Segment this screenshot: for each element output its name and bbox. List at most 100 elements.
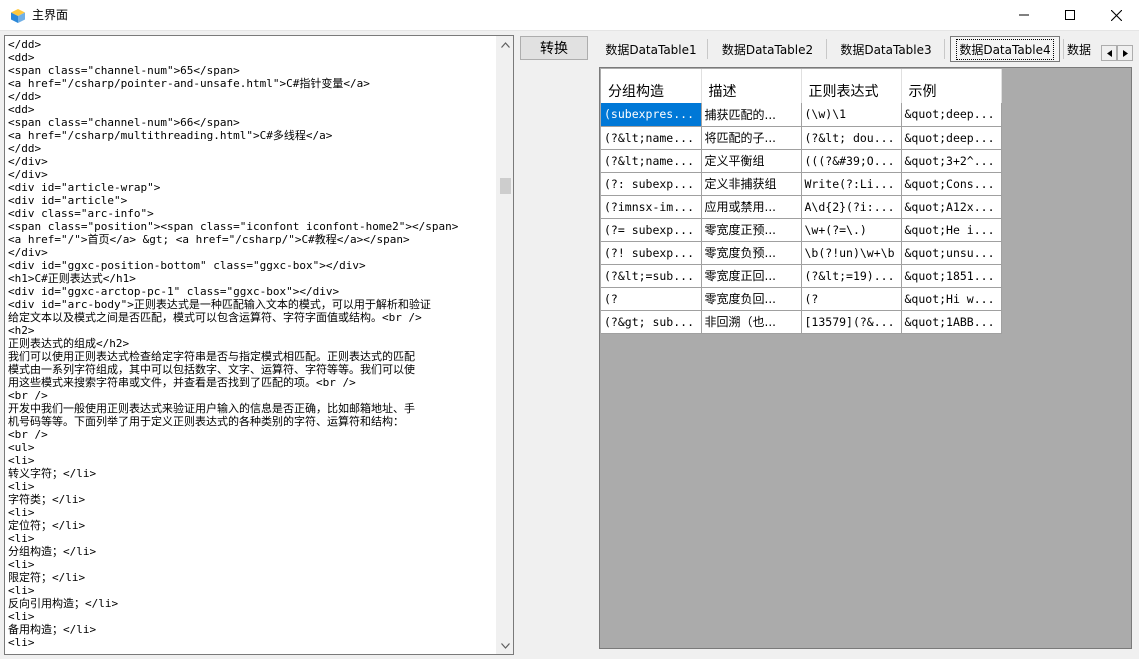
caret-right-icon [1122, 49, 1128, 57]
grid-cell[interactable]: (?= subexp... [601, 218, 702, 242]
grid-cell[interactable]: \b(?!un)\w+\b [801, 241, 902, 265]
grid-cell[interactable]: &quot;unsu... [901, 241, 1002, 265]
grid-cell[interactable]: (?&lt;name... [601, 149, 702, 173]
grid-cell[interactable]: (((?&#39;O... [801, 149, 902, 173]
grid-cell[interactable]: 零宽度负预... [701, 241, 802, 265]
grid-cell[interactable]: 非回溯（也... [701, 310, 802, 334]
grid-cell[interactable]: 应用或禁用... [701, 195, 802, 219]
grid-row[interactable]: (subexpres... 捕获匹配的... (\w)\1 &quot;deep... [601, 103, 1002, 127]
grid-cell[interactable]: (?imnsx-im... [601, 195, 702, 219]
grid-cell[interactable]: (?&lt;name... [601, 126, 702, 150]
convert-button[interactable]: 转换 [520, 36, 588, 60]
grid-row[interactable]: (?! subexp... 零宽度负预... \b(?!un)\w+\b &quot;… [601, 241, 1002, 265]
grid-cell[interactable]: 将匹配的子... [701, 126, 802, 150]
tab-scroll-left-button[interactable] [1101, 45, 1117, 61]
tab-datatable2[interactable]: 数据DataTable2 [710, 36, 825, 62]
grid-cell[interactable]: (?&gt; sub... [601, 310, 702, 334]
grid-cell[interactable]: Write(?:Li... [801, 172, 902, 196]
grid-cell[interactable]: 零宽度正回... [701, 264, 802, 288]
vertical-scrollbar[interactable] [496, 36, 513, 654]
grid-cell[interactable]: 零宽度正预... [701, 218, 802, 242]
grid-cell[interactable]: &quot;Cons... [901, 172, 1002, 196]
source-line: 分组构造；</li> [8, 545, 97, 558]
source-line: <ul> [8, 441, 35, 454]
grid-row[interactable]: (?&lt;name... 定义平衡组 (((?&#39;O... &quot;3+2… [601, 149, 1002, 173]
maximize-button[interactable] [1047, 0, 1093, 30]
grid-cell[interactable]: &quot;deep... [901, 103, 1002, 127]
column-header-description[interactable]: 描述 [701, 69, 802, 103]
grid-row[interactable]: (?imnsx-im... 应用或禁用... A\d{2}(?i:... &quot;… [601, 195, 1002, 219]
scroll-up-button[interactable] [497, 36, 513, 53]
tab-strip: 数据DataTable1 数据DataTable2 数据DataTable3 数… [595, 36, 1135, 62]
grid-cell[interactable]: (? [801, 287, 902, 311]
source-line: 开发中我们一般使用正则表达式来验证用户输入的信息是否正确，比如邮箱地址、手 [8, 402, 415, 415]
tab-datatable3[interactable]: 数据DataTable3 [829, 36, 943, 62]
grid-cell[interactable]: &quot;1ABB... [901, 310, 1002, 334]
grid-cell[interactable]: (?&lt; dou... [801, 126, 902, 150]
grid-row[interactable]: (?= subexp... 零宽度正预... \w+(?=\.) &quot;He i… [601, 218, 1002, 242]
source-line: <a href="/csharp/pointer-and-unsafe.html… [8, 77, 370, 90]
grid-cell[interactable]: &quot;Hi w... [901, 287, 1002, 311]
source-line: 备用构造；</li> [8, 623, 97, 636]
grid-cell[interactable]: A\d{2}(?i:... [801, 195, 902, 219]
grid-cell[interactable]: 定义非捕获组 [701, 172, 802, 196]
source-line: <li> [8, 532, 35, 545]
datagrid[interactable]: 分组构造 描述 正则表达式 示例 (subexpres... 捕获匹配的... (\… [601, 69, 1002, 334]
source-line: <a href="/">首页</a> &gt; <a href="/csharp… [8, 233, 410, 246]
minimize-button[interactable] [1001, 0, 1047, 30]
source-line: <li> [8, 558, 35, 571]
tab-scroll-right-button[interactable] [1117, 45, 1133, 61]
source-line: <li> [8, 610, 35, 623]
source-line: <div id="ggxc-position-bottom" class="gg… [8, 259, 366, 272]
grid-row[interactable]: (?&lt;name... 将匹配的子... (?&lt; dou... &quot;… [601, 126, 1002, 150]
grid-cell[interactable]: (\w)\1 [801, 103, 902, 127]
grid-cell[interactable]: \w+(?=\.) [801, 218, 902, 242]
grid-cell[interactable]: 定义平衡组 [701, 149, 802, 173]
source-line: <h1>C#正则表达式</h1> [8, 272, 136, 285]
grid-cell[interactable]: &quot;deep... [901, 126, 1002, 150]
html-source-textarea[interactable]: </dd> <dd> <span class="channel-num">65</s… [4, 35, 514, 655]
column-header-group-construct[interactable]: 分组构造 [601, 69, 702, 103]
grid-cell[interactable]: (?&lt;=19)... [801, 264, 902, 288]
grid-row[interactable]: (?&gt; sub... 非回溯（也... [13579](?&... &quot;… [601, 310, 1002, 334]
source-text[interactable]: </dd> <dd> <span class="channel-num">65</s… [8, 38, 496, 652]
grid-row[interactable]: (?: subexp... 定义非捕获组 Write(?:Li... &quot;Co… [601, 172, 1002, 196]
source-line: 模式由一系列字符组成，其中可以包括数字、文字、运算符、字符等等。我们可以使 [8, 363, 415, 376]
grid-cell[interactable]: &quot;1851... [901, 264, 1002, 288]
source-line: <br /> [8, 428, 48, 441]
column-header-regex[interactable]: 正则表达式 [801, 69, 902, 103]
grid-cell[interactable]: [13579](?&... [801, 310, 902, 334]
source-line: <div id="ggxc-arctop-pc-1" class="ggxc-b… [8, 285, 340, 298]
source-line: <span class="position"><span class="icon… [8, 220, 459, 233]
tab-datatable1[interactable]: 数据DataTable1 [595, 36, 707, 62]
grid-cell[interactable]: (? [601, 287, 702, 311]
grid-cell[interactable]: (subexpres... [601, 103, 702, 127]
grid-cell[interactable]: (?: subexp... [601, 172, 702, 196]
source-line: 用这些模式来搜索字符串或文件，并查看是否找到了匹配的项。<br /> [8, 376, 356, 389]
grid-cell[interactable]: 捕获匹配的... [701, 103, 802, 127]
tab-datatable4[interactable]: 数据DataTable4 [950, 36, 1060, 62]
chevron-up-icon [501, 41, 510, 48]
source-line: <div id="article-wrap"> [8, 181, 161, 194]
scroll-down-button[interactable] [497, 637, 513, 654]
grid-row[interactable]: (?&lt;=sub... 零宽度正回... (?&lt;=19)... &quot;… [601, 264, 1002, 288]
grid-cell[interactable]: &quot;3+2^... [901, 149, 1002, 173]
scrollbar-thumb[interactable] [500, 178, 511, 194]
grid-cell[interactable]: (?! subexp... [601, 241, 702, 265]
grid-cell[interactable]: &quot;A12x... [901, 195, 1002, 219]
tab-divider [826, 39, 827, 59]
grid-cell[interactable]: (?&lt;=sub... [601, 264, 702, 288]
source-line: </div> [8, 155, 48, 168]
source-line: <dd> [8, 103, 35, 116]
grid-cell[interactable]: &quot;He i... [901, 218, 1002, 242]
tab-label: 数据DataTable3 [840, 42, 932, 57]
source-line: </div> [8, 246, 48, 259]
grid-cell[interactable]: 零宽度负回... [701, 287, 802, 311]
source-line: </div> [8, 168, 48, 181]
grid-row[interactable]: (? 零宽度负回... (? &quot;Hi w... [601, 287, 1002, 311]
column-header-example[interactable]: 示例 [901, 69, 1002, 103]
source-line: <li> [8, 584, 35, 597]
close-button[interactable] [1093, 0, 1139, 30]
tab-datatable5[interactable]: 数据 [1067, 36, 1103, 62]
source-line: 定位符；</li> [8, 519, 86, 532]
